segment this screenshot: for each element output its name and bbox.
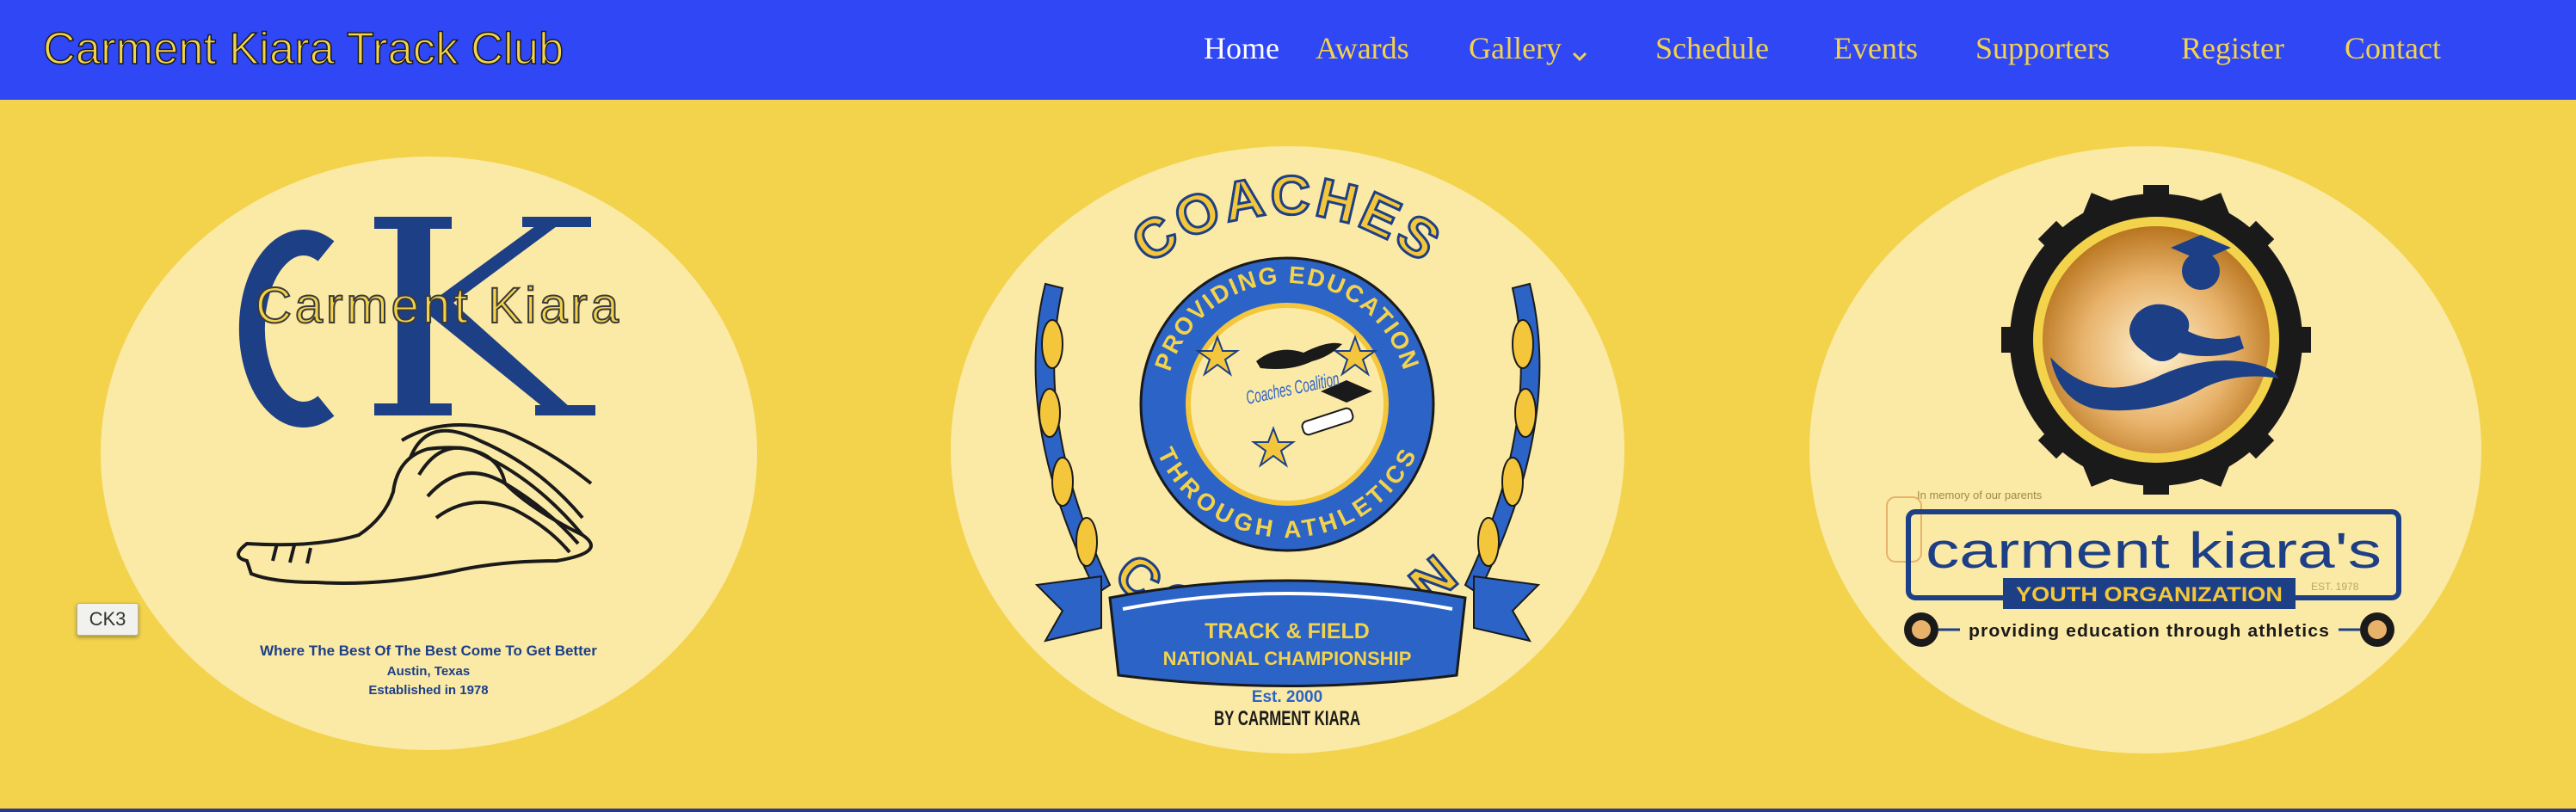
nav-contact[interactable]: Contact — [2345, 28, 2441, 69]
ck-location: Austin, Texas — [387, 664, 470, 679]
youth-name: carment kiara's — [1926, 523, 2382, 579]
site-title[interactable]: Carment Kiara Track Club — [42, 21, 564, 77]
youth-memory: In memory of our parents — [1917, 489, 2043, 501]
coalition-logo-graphic: COACHES COALITION PROVIDING EDUCATION TH… — [1034, 163, 1541, 730]
nav-home[interactable]: Home — [1204, 28, 1279, 69]
nav-register[interactable]: Register — [2181, 28, 2284, 69]
nav-events[interactable]: Events — [1833, 28, 1918, 69]
youth-banner: YOUTH ORGANIZATION — [2016, 583, 2283, 606]
coalition-logo-panel[interactable]: COACHES COALITION PROVIDING EDUCATION TH… — [951, 146, 1624, 754]
image-tooltip: CK3 — [77, 603, 139, 636]
ck-name: Carment Kiara — [255, 277, 622, 335]
coalition-banner-line1: TRACK & FIELD — [1205, 619, 1370, 643]
coalition-banner-line2: NATIONAL CHAMPIONSHIP — [1163, 648, 1412, 669]
ck-established: Established in 1978 — [368, 683, 488, 698]
winged-foot-icon — [237, 423, 593, 585]
youth-logo-graphic: In memory of our parents carment kiara's… — [1886, 185, 2401, 647]
nav-supporters[interactable]: Supporters — [1975, 28, 2110, 69]
coalition-by: BY CARMENT KIARA — [1214, 707, 1360, 730]
chevron-down-icon — [1572, 31, 1587, 72]
ck-tagline: Where The Best Of The Best Come To Get B… — [260, 643, 597, 659]
site-header: Carment Kiara Track Club Home Awards Gal… — [0, 0, 2576, 100]
ck-logo-panel[interactable]: Where The Best Of The Best Come To Get B… — [101, 157, 757, 750]
nav-gallery[interactable]: Gallery — [1469, 28, 1587, 72]
youth-tagline: providing education through athletics — [1969, 622, 2330, 641]
nav-schedule[interactable]: Schedule — [1655, 28, 1769, 69]
bottom-border — [0, 809, 2576, 812]
nav-awards[interactable]: Awards — [1316, 28, 1409, 69]
nav-gallery-label: Gallery — [1469, 31, 1562, 65]
coalition-est: Est. 2000 — [1252, 688, 1322, 706]
youth-est: EST. 1978 — [2311, 581, 2359, 593]
youth-logo-panel[interactable]: In memory of our parents carment kiara's… — [1809, 146, 2481, 754]
ck-logo-graphic: Where The Best Of The Best Come To Get B… — [237, 217, 597, 698]
